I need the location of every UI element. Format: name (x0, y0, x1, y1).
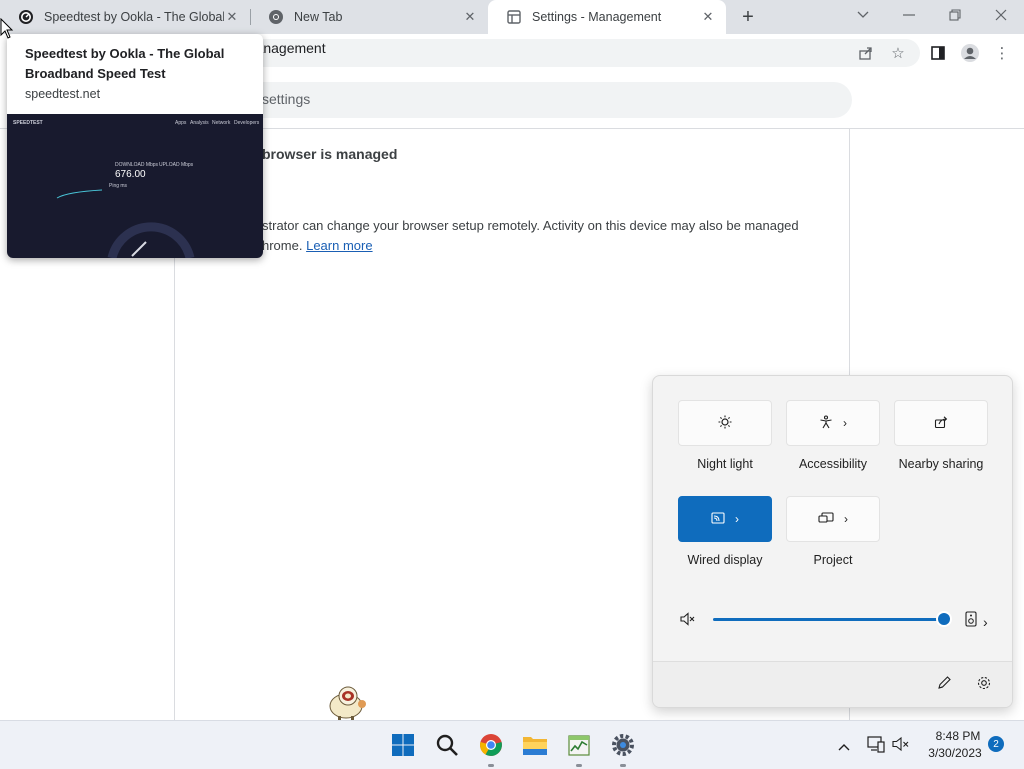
cast-icon (711, 511, 725, 527)
settings-gear-icon[interactable] (976, 675, 992, 696)
taskbar: 8:48 PM 3/30/2023 2 (0, 720, 1024, 769)
mute-speaker-icon[interactable] (680, 612, 696, 631)
chevron-right-icon: › (735, 512, 739, 526)
profile-avatar-icon[interactable] (956, 39, 984, 67)
edit-pencil-icon[interactable] (936, 675, 952, 696)
notification-badge[interactable]: 2 (988, 736, 1004, 752)
learn-more-link[interactable]: Learn more (306, 238, 372, 253)
tab-title: Settings - Management (532, 10, 662, 24)
managed-description-suffix: hrome. (262, 238, 303, 253)
accessibility-label: Accessibility (798, 457, 868, 471)
running-indicator (620, 764, 626, 767)
quick-settings-footer (653, 661, 1012, 707)
tab-search-chevron-icon[interactable] (840, 0, 886, 30)
project-button[interactable]: › (786, 496, 880, 542)
managed-description: strator can change your browser setup re… (262, 218, 799, 233)
chrome-taskbar-icon[interactable] (477, 731, 505, 759)
mouse-cursor-icon (0, 18, 14, 39)
speedtest-icon (18, 9, 34, 25)
side-panel-icon[interactable] (924, 39, 952, 67)
hover-card-domain: speedtest.net (25, 87, 101, 101)
settings-taskbar-icon[interactable] (609, 731, 637, 759)
running-indicator (488, 764, 494, 767)
volume-slider-thumb[interactable] (938, 613, 950, 625)
share-icon[interactable] (852, 39, 880, 67)
bookmark-star-icon[interactable]: ☆ (884, 39, 912, 67)
night-light-icon (718, 415, 732, 432)
speedometer-gauge-icon (56, 189, 195, 258)
close-tab-icon[interactable]: ✕ (700, 9, 716, 25)
night-light-button[interactable] (678, 400, 772, 446)
clock-time[interactable]: 8:48 PM (926, 729, 990, 743)
hover-card-thumbnail: SPEEDTEST Apps Analysis Network Develope… (7, 114, 263, 258)
menu-kebab-icon[interactable]: ⋮ (988, 39, 1016, 67)
accessibility-button[interactable]: › (786, 400, 880, 446)
tab-title: New Tab (294, 10, 343, 24)
accessibility-icon (819, 414, 833, 432)
network-icon[interactable] (867, 735, 885, 758)
restore-button[interactable] (932, 0, 978, 30)
windows-start-icon[interactable] (389, 731, 417, 759)
minimize-button[interactable] (886, 0, 932, 30)
volume-muted-icon[interactable] (892, 736, 910, 757)
search-icon[interactable] (433, 731, 461, 759)
close-tab-icon[interactable]: ✕ (224, 9, 240, 25)
wired-display-label: Wired display (687, 553, 763, 567)
tab-new-tab[interactable]: New Tab ✕ (250, 0, 488, 34)
tab-strip: Speedtest by Ookla - The Global ✕ New Ta… (0, 0, 1024, 34)
night-light-label: Night light (697, 457, 753, 471)
task-manager-icon[interactable] (565, 731, 593, 759)
managed-description-line2: hrome. Learn more (262, 238, 373, 253)
project-icon (818, 511, 834, 527)
search-placeholder: settings (262, 91, 311, 107)
desktop-pet-sheep-icon (329, 686, 366, 721)
nearby-sharing-button[interactable] (894, 400, 988, 446)
settings-icon (506, 9, 522, 25)
wired-display-button[interactable]: › (678, 496, 772, 542)
new-tab-button[interactable]: + (736, 4, 760, 30)
chevron-right-icon: › (983, 613, 988, 630)
running-indicator (576, 764, 582, 767)
project-label: Project (813, 553, 853, 567)
tab-speedtest[interactable]: Speedtest by Ookla - The Global ✕ (0, 0, 250, 34)
volume-slider-track[interactable] (713, 618, 944, 621)
tab-settings[interactable]: Settings - Management ✕ (488, 0, 726, 34)
hover-card-title: Speedtest by Ookla - The Global Broadban… (25, 46, 225, 81)
close-tab-icon[interactable]: ✕ (462, 9, 478, 25)
close-window-button[interactable] (978, 0, 1024, 30)
clock-date[interactable]: 3/30/2023 (920, 746, 990, 760)
audio-output-button[interactable]: › (965, 611, 988, 632)
managed-title: browser is managed (262, 146, 398, 162)
chrome-icon (268, 9, 284, 25)
nearby-sharing-icon (934, 415, 948, 432)
quick-settings-panel: › Night light Accessibility Nearby shari… (652, 375, 1013, 708)
tab-hover-card: Speedtest by Ookla - The Global Broadban… (7, 34, 263, 258)
file-explorer-icon[interactable] (521, 731, 549, 759)
chevron-up-icon[interactable] (838, 738, 850, 756)
speaker-device-icon (965, 611, 977, 632)
nearby-sharing-label: Nearby sharing (898, 457, 984, 471)
chevron-right-icon: › (843, 416, 847, 430)
tab-title: Speedtest by Ookla - The Global (44, 10, 224, 24)
chevron-right-icon: › (844, 512, 848, 526)
